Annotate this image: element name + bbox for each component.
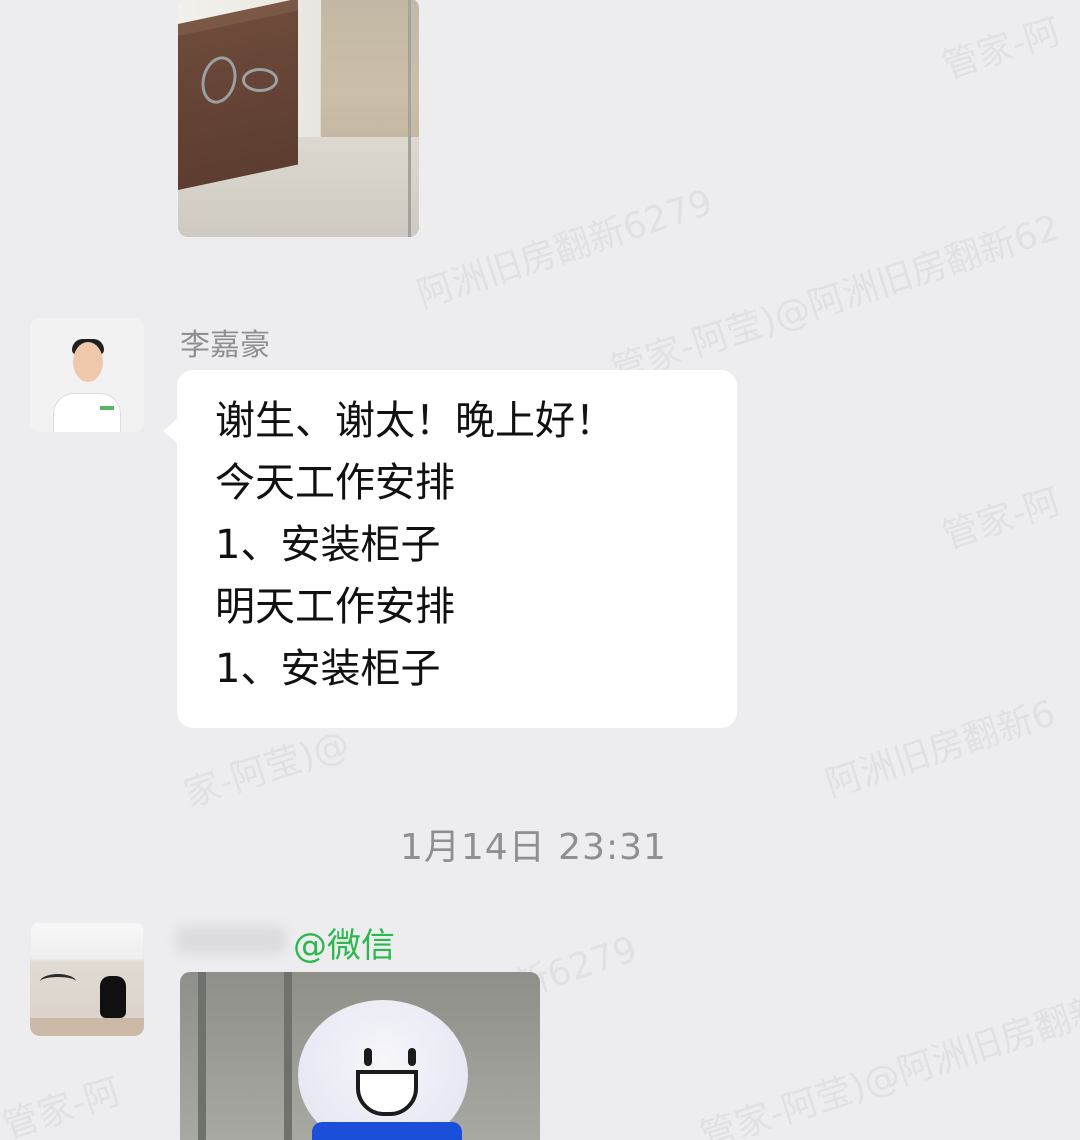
plush-eye: [408, 1048, 416, 1066]
message-text: 谢生、谢太！晚上好！ 今天工作安排 1、安装柜子 明天工作安排 1、安装柜子: [215, 390, 715, 700]
cabinet-shape: [178, 10, 298, 191]
message-line: 谢生、谢太！晚上好！: [215, 398, 615, 444]
sender-name: 李嘉豪: [180, 328, 270, 363]
watermark: 家-阿莹)@: [178, 723, 355, 816]
message-line: 1、安装柜子: [215, 646, 441, 692]
plush-eye: [364, 1048, 372, 1066]
wire-shape: [242, 68, 278, 92]
avatar-logo: [100, 406, 114, 410]
avatar-shirt: [54, 394, 120, 432]
watermark: 管家-阿莹)@阿洲旧房翻新6: [695, 980, 1080, 1140]
watermark: 管家-阿莹)@阿洲旧房翻新62: [606, 207, 1065, 392]
avatar-bird-shape: [40, 974, 76, 989]
chat-image-message[interactable]: [178, 0, 419, 237]
timestamp: 1月14日 23:31: [400, 827, 667, 868]
blurred-sender-name: [176, 926, 286, 954]
message-line: 今天工作安排: [215, 460, 455, 506]
photo-edge: [408, 0, 411, 237]
avatar-blur: [30, 922, 144, 960]
sender-suffix: @微信: [293, 926, 395, 966]
message-line: 明天工作安排: [215, 584, 455, 630]
sender-avatar[interactable]: [30, 318, 144, 432]
avatar-figure: [100, 976, 126, 1018]
watermark: 管家-阿: [0, 1071, 126, 1140]
photo-frame: [284, 972, 292, 1140]
watermark: 阿洲旧房翻新6: [820, 692, 1061, 806]
message-line: 1、安装柜子: [215, 522, 441, 568]
chat-image-message[interactable]: [180, 972, 540, 1140]
watermark: 管家-阿: [937, 11, 1066, 88]
avatar-ground: [30, 1018, 144, 1036]
chat-window: 管家-阿 阿洲旧房翻新6279 管家-阿莹)@阿洲旧房翻新62 管家-阿 家-阿…: [0, 0, 1080, 1140]
text-message-bubble[interactable]: 谢生、谢太！晚上好！ 今天工作安排 1、安装柜子 明天工作安排 1、安装柜子: [163, 370, 737, 728]
sender-avatar[interactable]: [30, 922, 144, 1036]
photo-frame: [198, 972, 206, 1140]
watermark: 管家-阿: [937, 481, 1066, 558]
plush-shirt: [312, 1122, 462, 1140]
avatar-head: [73, 342, 103, 382]
watermark: 阿洲旧房翻新6279: [412, 182, 718, 317]
